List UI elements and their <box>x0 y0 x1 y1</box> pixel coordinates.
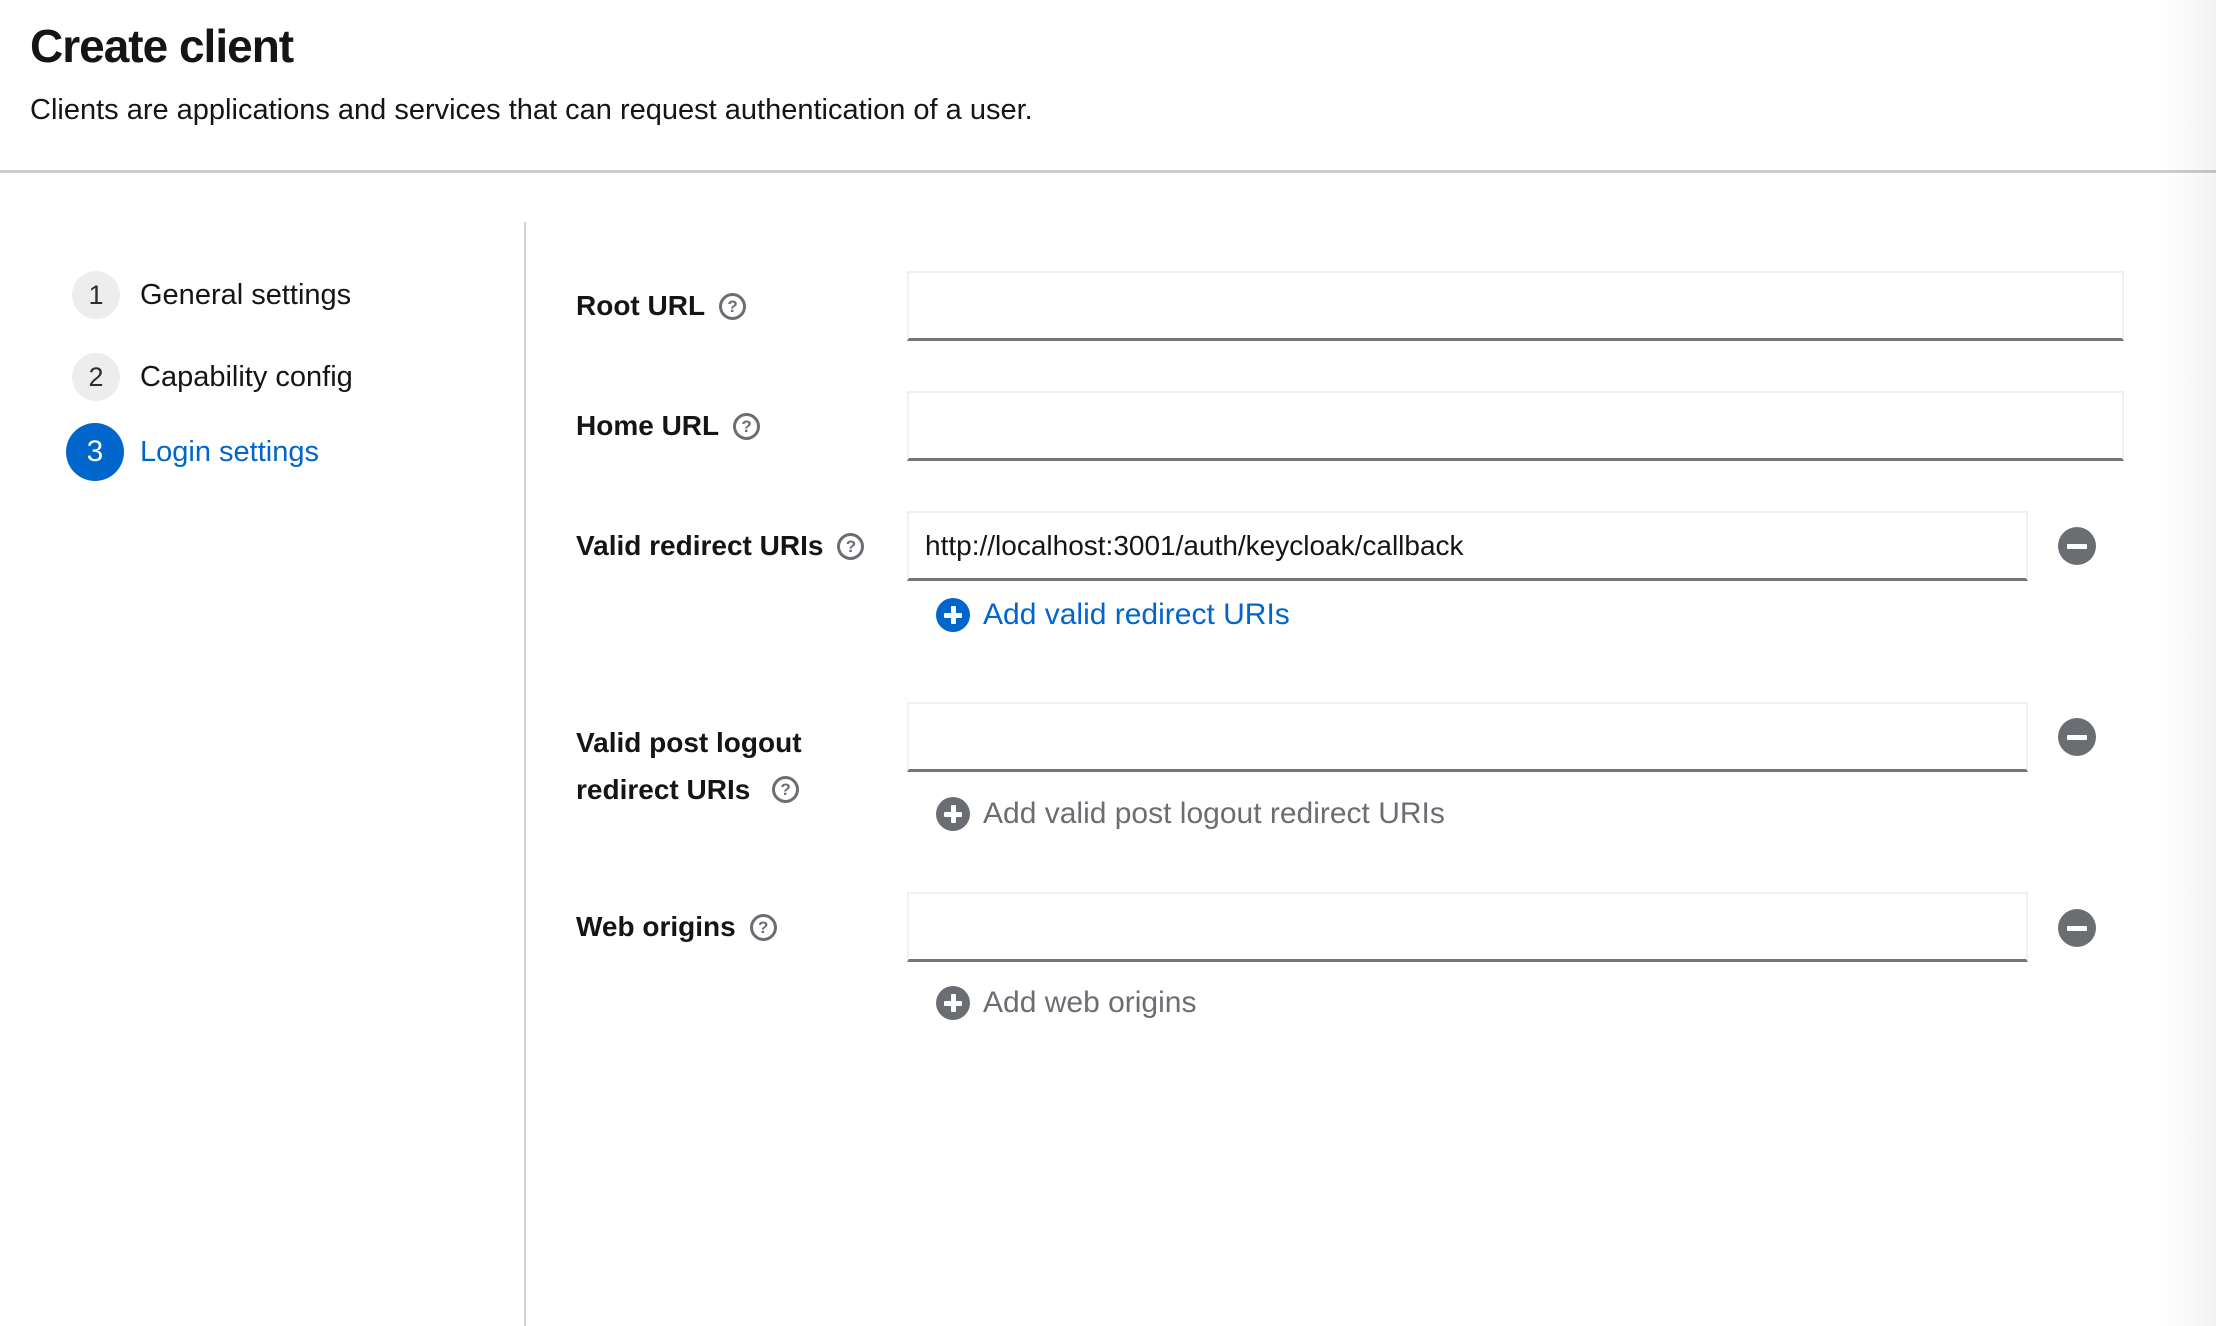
remove-valid-redirect-uri-button[interactable] <box>2058 527 2096 565</box>
step-number-badge: 2 <box>72 353 120 401</box>
wizard-step-capability-config[interactable]: 2 Capability config <box>72 353 353 401</box>
create-client-page: Create client Clients are applications a… <box>0 0 2216 1326</box>
plus-circle-icon <box>936 598 970 632</box>
page-header: Create client Clients are applications a… <box>30 18 1033 129</box>
valid-redirect-uri-input[interactable] <box>907 511 2028 581</box>
plus-circle-icon <box>936 797 970 831</box>
root-url-label-text: Root URL <box>576 290 706 321</box>
wizard-step-label: Login settings <box>140 435 319 468</box>
root-url-input[interactable] <box>907 271 2124 341</box>
page-subtitle: Clients are applications and services th… <box>30 93 1033 126</box>
wizard-content-divider <box>524 222 526 1326</box>
wizard-step-general-settings[interactable]: 1 General settings <box>72 271 351 319</box>
web-origins-label-text: Web origins <box>576 911 736 942</box>
step-number-badge: 3 <box>66 423 124 481</box>
add-valid-redirect-uri-button[interactable]: Add valid redirect URIs <box>936 598 1290 632</box>
wizard-step-label: General settings <box>140 278 352 311</box>
right-edge-scroll-shadow <box>2160 0 2216 1326</box>
valid-post-logout-redirect-uri-input[interactable] <box>907 702 2028 772</box>
step-number-badge: 1 <box>72 271 120 319</box>
wizard-step-login-settings[interactable]: 3 Login settings <box>66 423 319 481</box>
valid-redirect-uris-label: Valid redirect URIs <box>576 511 865 581</box>
plus-circle-icon <box>936 986 970 1020</box>
add-web-origins-label: Add web origins <box>983 986 1197 1019</box>
home-url-input[interactable] <box>907 391 2124 461</box>
add-web-origins-button[interactable]: Add web origins <box>936 986 1196 1020</box>
add-valid-redirect-uri-label: Add valid redirect URIs <box>983 598 1290 631</box>
wizard-step-label: Capability config <box>140 360 353 393</box>
question-circle-icon[interactable] <box>772 776 800 804</box>
question-circle-icon[interactable] <box>837 532 865 560</box>
question-circle-icon[interactable] <box>719 292 747 320</box>
add-valid-post-logout-label: Add valid post logout redirect URIs <box>983 797 1445 830</box>
remove-web-origin-button[interactable] <box>2058 909 2096 947</box>
valid-post-logout-label-text: Valid post logout redirect URIs <box>576 727 802 805</box>
header-divider <box>0 170 2216 173</box>
valid-post-logout-redirect-uris-label: Valid post logout redirect URIs <box>576 719 876 813</box>
question-circle-icon[interactable] <box>733 412 761 440</box>
root-url-label: Root URL <box>576 271 747 341</box>
web-origins-input[interactable] <box>907 892 2028 962</box>
home-url-label: Home URL <box>576 391 761 461</box>
question-circle-icon[interactable] <box>749 913 777 941</box>
web-origins-label: Web origins <box>576 892 777 962</box>
add-valid-post-logout-redirect-uri-button[interactable]: Add valid post logout redirect URIs <box>936 797 1445 831</box>
remove-valid-post-logout-redirect-uri-button[interactable] <box>2058 718 2096 756</box>
home-url-label-text: Home URL <box>576 410 720 441</box>
valid-redirect-uris-label-text: Valid redirect URIs <box>576 530 824 561</box>
page-title: Create client <box>30 20 294 72</box>
